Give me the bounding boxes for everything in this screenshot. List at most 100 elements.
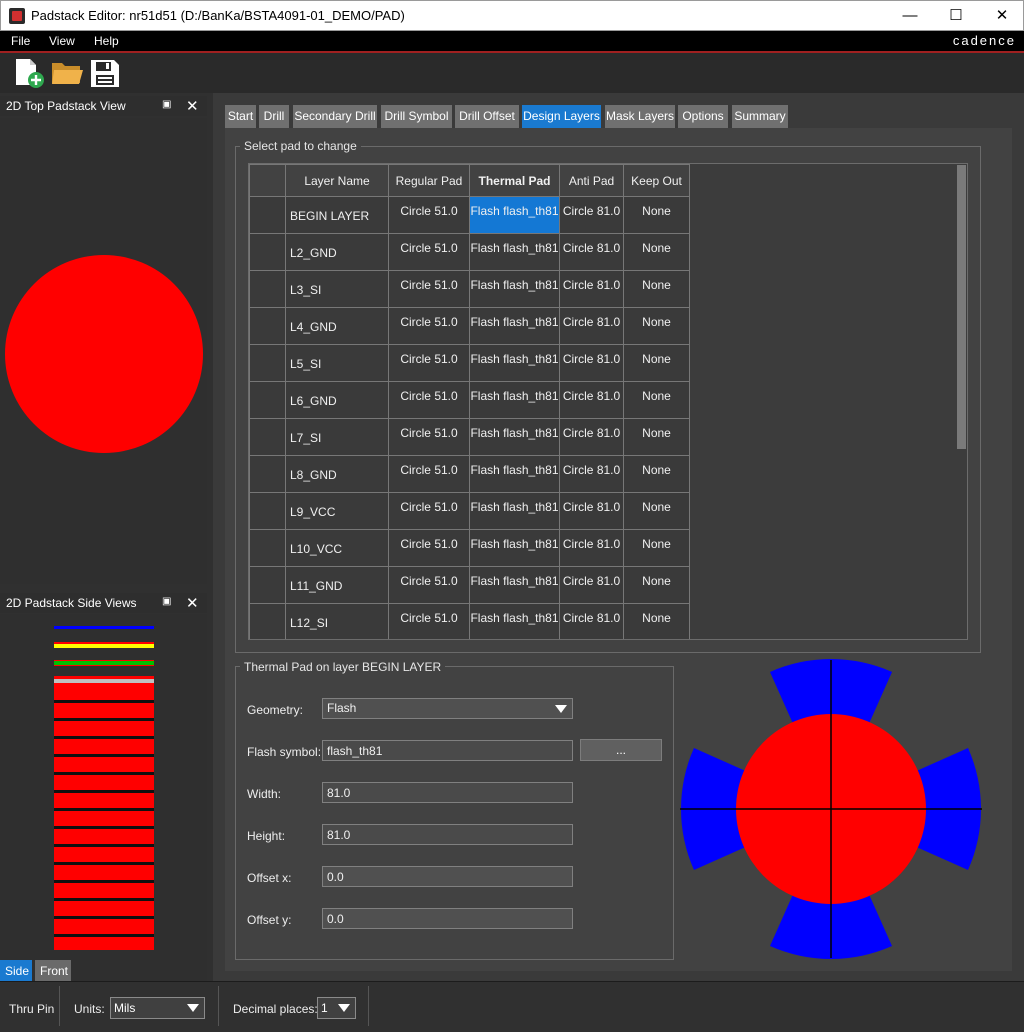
cell-anti[interactable]: Circle 81.0 (559, 603, 624, 639)
cell-regular[interactable]: Circle 51.0 (388, 270, 470, 308)
cell-anti[interactable]: Circle 81.0 (559, 344, 624, 382)
row-header[interactable] (249, 381, 286, 419)
table-row[interactable]: L3_SI Circle 51.0 Flash flash_th81 Circle 8… (249, 270, 690, 308)
tab-design-layers[interactable]: Design Layers (522, 105, 601, 128)
cell-keepout[interactable]: None (623, 381, 690, 419)
units-select[interactable]: Mils (110, 997, 205, 1019)
column-header-anti-pad[interactable]: Anti Pad (559, 164, 624, 197)
close-panel-icon[interactable]: ✕ (186, 594, 199, 612)
table-row[interactable]: L4_GND Circle 51.0 Flash flash_th81 Circle … (249, 307, 690, 345)
cell-regular[interactable]: Circle 51.0 (388, 307, 470, 345)
cell-anti[interactable]: Circle 81.0 (559, 455, 624, 493)
tab-mask-layers[interactable]: Mask Layers (605, 105, 675, 128)
menu-file[interactable]: File (11, 34, 30, 48)
cell-keepout[interactable]: None (623, 196, 690, 234)
cell-thermal[interactable]: Flash flash_th81 (469, 455, 560, 493)
cell-layer[interactable]: L10_VCC (285, 529, 389, 567)
geometry-select[interactable]: Flash (322, 698, 573, 719)
tab-front[interactable]: Front (35, 960, 71, 982)
cell-layer[interactable]: BEGIN LAYER (285, 196, 389, 234)
cell-thermal[interactable]: Flash flash_th81 (469, 196, 560, 234)
tab-drill-symbol[interactable]: Drill Symbol (381, 105, 452, 128)
cell-regular[interactable]: Circle 51.0 (388, 603, 470, 639)
cell-keepout[interactable]: None (623, 344, 690, 382)
maximize-button[interactable]: ☐ (933, 1, 979, 31)
cell-thermal[interactable]: Flash flash_th81 (469, 603, 560, 639)
table-row[interactable]: BEGIN LAYER Circle 51.0 Flash flash_th81 Ci… (249, 196, 690, 234)
menu-help[interactable]: Help (94, 34, 119, 48)
cell-regular[interactable]: Circle 51.0 (388, 566, 470, 604)
open-folder-icon[interactable] (50, 57, 84, 89)
cell-regular[interactable]: Circle 51.0 (388, 529, 470, 567)
row-header[interactable] (249, 566, 286, 604)
height-input[interactable] (322, 824, 573, 845)
cell-keepout[interactable]: None (623, 270, 690, 308)
table-row[interactable]: L11_GND Circle 51.0 Flash flash_th81 Circle… (249, 566, 690, 604)
row-header[interactable] (249, 492, 286, 530)
cell-keepout[interactable]: None (623, 418, 690, 456)
cell-regular[interactable]: Circle 51.0 (388, 233, 470, 271)
table-row[interactable]: L9_VCC Circle 51.0 Flash flash_th81 Circle … (249, 492, 690, 530)
cell-thermal[interactable]: Flash flash_th81 (469, 492, 560, 530)
table-row[interactable]: L2_GND Circle 51.0 Flash flash_th81 Circle … (249, 233, 690, 271)
tab-secondary-drill[interactable]: Secondary Drill (293, 105, 377, 128)
tab-drill-offset[interactable]: Drill Offset (455, 105, 519, 128)
row-header[interactable] (249, 455, 286, 493)
tab-start[interactable]: Start (225, 105, 256, 128)
column-header-regular-pad[interactable]: Regular Pad (388, 164, 470, 197)
cell-layer[interactable]: L4_GND (285, 307, 389, 345)
cell-regular[interactable]: Circle 51.0 (388, 492, 470, 530)
cell-layer[interactable]: L2_GND (285, 233, 389, 271)
cell-anti[interactable]: Circle 81.0 (559, 529, 624, 567)
tab-drill[interactable]: Drill (259, 105, 289, 128)
minimize-button[interactable]: — (887, 1, 933, 31)
cell-keepout[interactable]: None (623, 492, 690, 530)
offset-x-input[interactable] (322, 866, 573, 887)
tab-side[interactable]: Side (0, 960, 32, 982)
row-header[interactable] (249, 233, 286, 271)
browse-flash-button[interactable]: ... (580, 739, 662, 761)
cell-thermal[interactable]: Flash flash_th81 (469, 233, 560, 271)
table-row[interactable]: L5_SI Circle 51.0 Flash flash_th81 Circle 8… (249, 344, 690, 382)
cell-anti[interactable]: Circle 81.0 (559, 270, 624, 308)
cell-keepout[interactable]: None (623, 529, 690, 567)
offset-y-input[interactable] (322, 908, 573, 929)
cell-thermal[interactable]: Flash flash_th81 (469, 270, 560, 308)
row-header[interactable] (249, 344, 286, 382)
cell-regular[interactable]: Circle 51.0 (388, 381, 470, 419)
float-panel-icon[interactable]: ▣ (162, 99, 171, 110)
cell-regular[interactable]: Circle 51.0 (388, 196, 470, 234)
row-header[interactable] (249, 196, 286, 234)
cell-anti[interactable]: Circle 81.0 (559, 307, 624, 345)
cell-regular[interactable]: Circle 51.0 (388, 455, 470, 493)
decimal-places-select[interactable]: 1 (317, 997, 356, 1019)
table-row[interactable]: L10_VCC Circle 51.0 Flash flash_th81 Circle… (249, 529, 690, 567)
table-scrollbar[interactable] (957, 165, 966, 449)
tab-summary[interactable]: Summary (732, 105, 788, 128)
cell-anti[interactable]: Circle 81.0 (559, 492, 624, 530)
close-button[interactable]: ✕ (979, 1, 1024, 31)
new-file-icon[interactable] (12, 57, 46, 89)
table-row[interactable]: L6_GND Circle 51.0 Flash flash_th81 Circle … (249, 381, 690, 419)
cell-thermal[interactable]: Flash flash_th81 (469, 344, 560, 382)
cell-layer[interactable]: L11_GND (285, 566, 389, 604)
cell-layer[interactable]: L7_SI (285, 418, 389, 456)
cell-layer[interactable]: L6_GND (285, 381, 389, 419)
cell-regular[interactable]: Circle 51.0 (388, 344, 470, 382)
cell-layer[interactable]: L8_GND (285, 455, 389, 493)
row-header[interactable] (249, 603, 286, 639)
table-row[interactable]: L12_SI Circle 51.0 Flash flash_th81 Circle … (249, 603, 690, 639)
row-header[interactable] (249, 270, 286, 308)
cell-thermal[interactable]: Flash flash_th81 (469, 418, 560, 456)
cell-regular[interactable]: Circle 51.0 (388, 418, 470, 456)
cell-thermal[interactable]: Flash flash_th81 (469, 529, 560, 567)
cell-thermal[interactable]: Flash flash_th81 (469, 307, 560, 345)
cell-layer[interactable]: L5_SI (285, 344, 389, 382)
cell-layer[interactable]: L12_SI (285, 603, 389, 639)
cell-anti[interactable]: Circle 81.0 (559, 196, 624, 234)
flash-symbol-input[interactable] (322, 740, 573, 761)
cell-keepout[interactable]: None (623, 455, 690, 493)
cell-keepout[interactable]: None (623, 307, 690, 345)
column-header-layer-name[interactable]: Layer Name (285, 164, 389, 197)
cell-keepout[interactable]: None (623, 603, 690, 639)
